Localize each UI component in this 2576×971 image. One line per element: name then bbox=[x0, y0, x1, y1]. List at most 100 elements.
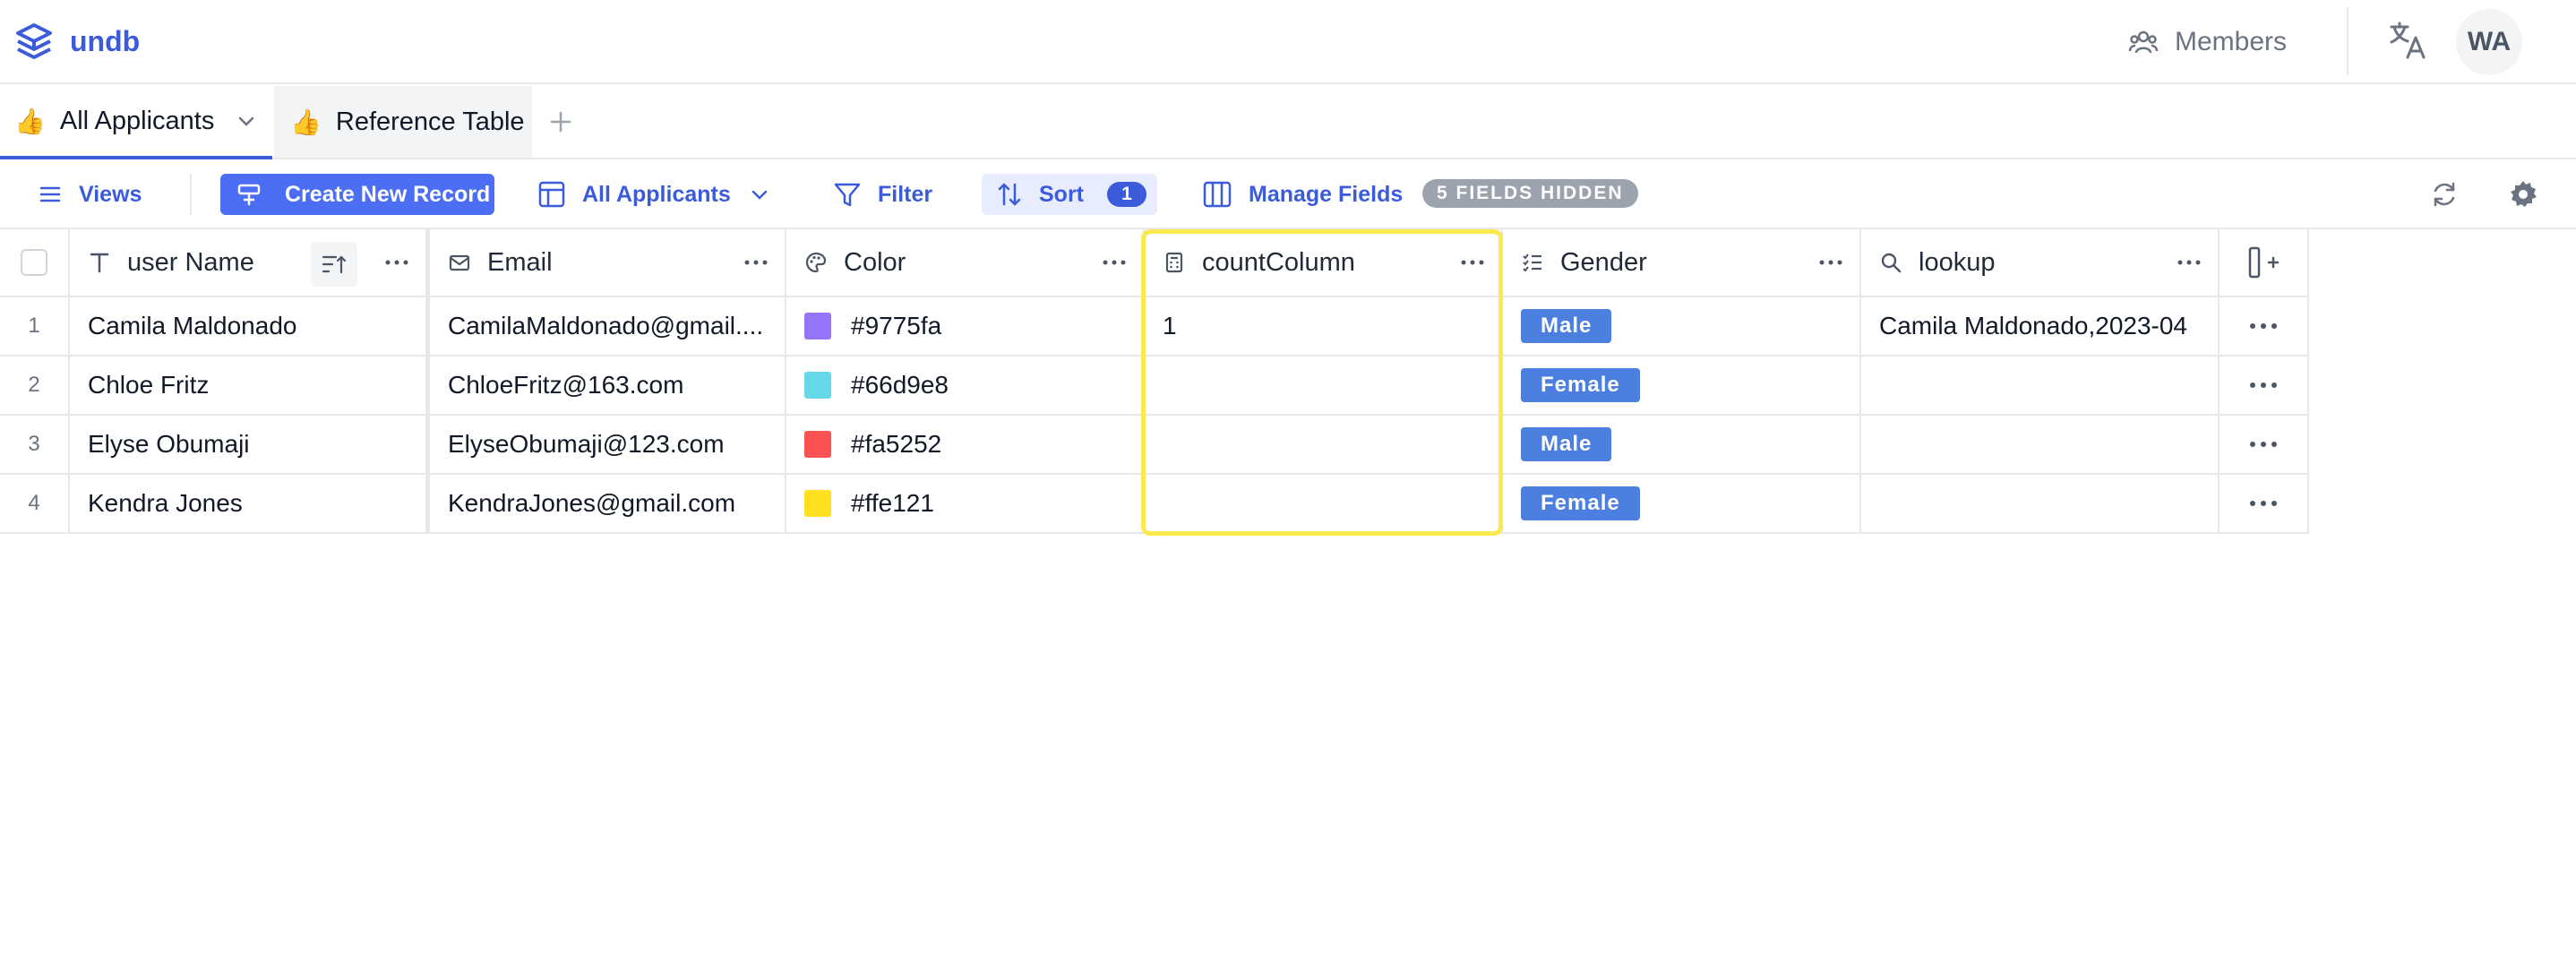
views-button[interactable]: Views bbox=[38, 174, 142, 215]
manage-fields-button[interactable]: Manage Fields bbox=[1202, 174, 1403, 215]
column-menu-icon[interactable] bbox=[742, 253, 770, 272]
cell-user-name[interactable]: Camila Maldonado bbox=[70, 297, 430, 357]
add-column-icon[interactable] bbox=[2247, 245, 2280, 279]
row-number[interactable]: 4 bbox=[0, 475, 70, 534]
cell-user-name[interactable]: Chloe Fritz bbox=[70, 357, 430, 416]
app-name[interactable]: undb bbox=[70, 21, 140, 61]
cell-text: #fa5252 bbox=[851, 430, 942, 458]
mail-icon bbox=[449, 254, 470, 271]
cell-lookup[interactable] bbox=[1861, 416, 2220, 475]
cell-count-column[interactable] bbox=[1145, 357, 1503, 416]
cell-count-column[interactable] bbox=[1145, 416, 1503, 475]
cell-text: #9775fa bbox=[851, 312, 942, 339]
cell-user-name[interactable]: Kendra Jones bbox=[70, 475, 430, 534]
tab-all-applicants[interactable]: 👍 All Applicants bbox=[0, 86, 272, 159]
row-actions bbox=[2220, 416, 2309, 475]
views-label: Views bbox=[79, 181, 142, 207]
cell-gender[interactable]: Female bbox=[1503, 475, 1861, 534]
filter-label: Filter bbox=[878, 181, 933, 207]
cell-color[interactable]: #ffe121 bbox=[786, 475, 1145, 534]
cell-color[interactable]: #9775fa bbox=[786, 297, 1145, 357]
table-icon bbox=[538, 181, 565, 208]
column-label: Email bbox=[487, 247, 553, 277]
search-icon bbox=[1881, 253, 1902, 273]
row-insert-icon bbox=[237, 184, 261, 206]
sort-button[interactable]: Sort 1 bbox=[982, 174, 1157, 215]
sort-asc-icon[interactable] bbox=[311, 242, 357, 287]
refresh-icon[interactable] bbox=[2429, 179, 2460, 210]
cell-count-column[interactable] bbox=[1145, 475, 1503, 534]
column-menu-icon[interactable] bbox=[382, 253, 411, 272]
view-label: All Applicants bbox=[582, 181, 731, 207]
row-menu-icon[interactable] bbox=[2247, 321, 2280, 331]
create-record-label: Create New Record bbox=[285, 181, 491, 207]
column-header-color[interactable]: Color bbox=[786, 229, 1145, 297]
menu-icon bbox=[39, 186, 61, 202]
cell-lookup[interactable] bbox=[1861, 357, 2220, 416]
cell-lookup[interactable]: Camila Maldonado,2023-04 bbox=[1861, 297, 2220, 357]
cell-text: ElyseObumaji@123.com bbox=[448, 430, 725, 458]
column-label: user Name bbox=[127, 247, 254, 277]
column-menu-icon[interactable] bbox=[2175, 253, 2203, 272]
translate-icon[interactable] bbox=[2388, 20, 2427, 61]
column-header-lookup[interactable]: lookup bbox=[1861, 229, 2220, 297]
column-header-user-name[interactable]: user Name bbox=[70, 229, 430, 297]
cell-email[interactable]: KendraJones@gmail.com bbox=[430, 475, 786, 534]
gender-tag: Male bbox=[1521, 309, 1612, 343]
column-menu-icon[interactable] bbox=[1458, 253, 1487, 272]
cell-email[interactable]: CamilaMaldonado@gmail.... bbox=[430, 297, 786, 357]
filter-button[interactable]: Filter bbox=[833, 174, 932, 215]
row-number[interactable]: 3 bbox=[0, 416, 70, 475]
cell-gender[interactable]: Male bbox=[1503, 416, 1861, 475]
row-menu-icon[interactable] bbox=[2247, 380, 2280, 391]
topbar-divider bbox=[2347, 7, 2348, 75]
toolbar-divider bbox=[190, 174, 192, 215]
gear-icon[interactable] bbox=[2508, 179, 2538, 210]
cell-gender[interactable]: Male bbox=[1503, 297, 1861, 357]
row-menu-icon[interactable] bbox=[2247, 439, 2280, 450]
user-avatar[interactable]: WA bbox=[2456, 9, 2522, 75]
cell-text: ChloeFritz@163.com bbox=[448, 371, 684, 399]
select-all-checkbox[interactable] bbox=[21, 249, 47, 276]
hidden-fields-badge[interactable]: 5 FIELDS HIDDEN bbox=[1422, 179, 1638, 208]
cell-text: Camila Maldonado bbox=[88, 312, 297, 339]
cell-color[interactable]: #66d9e8 bbox=[786, 357, 1145, 416]
cell-text: KendraJones@gmail.com bbox=[448, 489, 736, 517]
sort-label: Sort bbox=[1039, 181, 1084, 207]
column-label: Color bbox=[844, 247, 906, 277]
cell-lookup[interactable] bbox=[1861, 475, 2220, 534]
row-number[interactable]: 1 bbox=[0, 297, 70, 357]
list-check-icon bbox=[1523, 253, 1541, 272]
column-header-gender[interactable]: Gender bbox=[1503, 229, 1861, 297]
row-actions bbox=[2220, 357, 2309, 416]
cell-email[interactable]: ElyseObumaji@123.com bbox=[430, 416, 786, 475]
tab-reference-table[interactable]: 👍 Reference Table bbox=[274, 86, 532, 158]
members-button[interactable]: Members bbox=[2128, 20, 2287, 64]
chevron-down-icon[interactable] bbox=[236, 110, 257, 132]
cell-text: Elyse Obumaji bbox=[88, 430, 250, 458]
create-record-button[interactable]: Create New Record bbox=[220, 174, 494, 215]
text-icon bbox=[90, 253, 109, 273]
color-swatch bbox=[804, 313, 831, 339]
color-swatch bbox=[804, 490, 831, 517]
cell-text: #66d9e8 bbox=[851, 371, 949, 399]
view-selector[interactable]: All Applicants bbox=[537, 174, 770, 215]
cell-email[interactable]: ChloeFritz@163.com bbox=[430, 357, 786, 416]
cell-user-name[interactable]: Elyse Obumaji bbox=[70, 416, 430, 475]
cell-gender[interactable]: Female bbox=[1503, 357, 1861, 416]
undb-logo-icon[interactable] bbox=[13, 21, 56, 64]
gender-tag: Female bbox=[1521, 368, 1640, 402]
column-header-count-column[interactable]: countColumn bbox=[1145, 229, 1503, 297]
column-label: Gender bbox=[1560, 247, 1647, 277]
cell-color[interactable]: #fa5252 bbox=[786, 416, 1145, 475]
column-menu-icon[interactable] bbox=[1100, 253, 1129, 272]
add-field-cell[interactable] bbox=[2220, 229, 2309, 297]
row-menu-icon[interactable] bbox=[2247, 498, 2280, 509]
members-label: Members bbox=[2175, 27, 2288, 56]
add-table-icon[interactable] bbox=[545, 106, 577, 138]
columns-icon bbox=[1203, 181, 1232, 208]
column-header-email[interactable]: Email bbox=[430, 229, 786, 297]
column-menu-icon[interactable] bbox=[1816, 253, 1845, 272]
row-number[interactable]: 2 bbox=[0, 357, 70, 416]
cell-count-column[interactable]: 1 bbox=[1145, 297, 1503, 357]
